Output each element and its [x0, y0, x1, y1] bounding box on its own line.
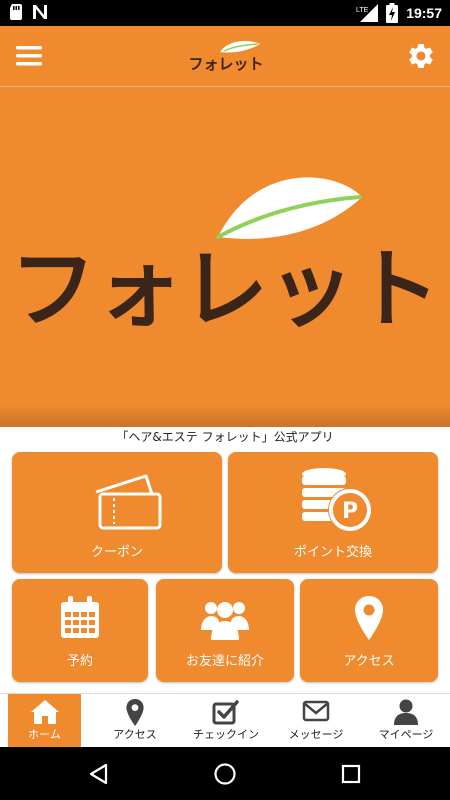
user-icon: [394, 699, 418, 725]
bottom-nav: ホーム アクセス チェックイン メッセージ マイページ: [0, 693, 450, 748]
tile-label: ポイント交換: [293, 545, 372, 560]
map-pin-icon: [126, 699, 144, 726]
nav-label: メッセージ: [288, 728, 344, 741]
gear-icon: [409, 43, 433, 68]
status-bar: LTE 19:57: [0, 0, 450, 26]
status-left-icons: [10, 4, 48, 20]
sd-card-icon: [10, 4, 22, 20]
nav-access[interactable]: アクセス: [97, 694, 173, 748]
hero-logo: フォレット: [10, 177, 440, 340]
hero-banner: フォレット: [0, 87, 450, 427]
map-pin-icon: [355, 596, 383, 640]
checkbox-icon: [212, 700, 239, 725]
svg-text:LTE: LTE: [356, 7, 369, 14]
app-bar-logo: フォレット: [180, 38, 272, 73]
refer-friend-tile[interactable]: お友達に紹介: [156, 579, 294, 682]
home-icon: [30, 700, 59, 724]
recents-icon: [341, 764, 361, 784]
point-exchange-tile[interactable]: P ポイント交換: [228, 452, 438, 573]
settings-button[interactable]: [406, 41, 436, 71]
nav-message[interactable]: メッセージ: [278, 694, 354, 748]
envelope-icon: [302, 700, 330, 722]
menu-icon: [16, 46, 42, 66]
status-time: 19:57: [406, 5, 442, 21]
coupon-tile[interactable]: クーポン: [12, 452, 222, 573]
nav-home[interactable]: ホーム: [8, 694, 81, 748]
home-circle-icon: [214, 763, 236, 785]
tile-label: クーポン: [90, 545, 143, 560]
leaf-icon: [216, 177, 362, 239]
system-nav-bar: [0, 747, 450, 800]
hero-shadow: [0, 405, 450, 427]
nav-label: チェックイン: [193, 728, 259, 741]
coin-point-icon: P: [302, 468, 372, 532]
coupon-ticket-icon: [95, 474, 162, 530]
menu-button[interactable]: [14, 42, 44, 70]
system-home-button[interactable]: [212, 761, 238, 787]
app-caption: 「ヘア&エステ フォレット」公式アプリ: [116, 430, 334, 444]
battery-charging-icon: [386, 3, 399, 23]
system-back-button[interactable]: [86, 761, 112, 787]
nav-label: ホーム: [28, 728, 61, 741]
tile-label: 予約: [66, 654, 93, 669]
status-right-icons: LTE 19:57: [356, 3, 442, 23]
nav-mypage[interactable]: マイページ: [366, 694, 446, 748]
svg-text:P: P: [342, 499, 358, 524]
lte-signal-icon: LTE: [356, 4, 379, 22]
system-recents-button[interactable]: [338, 761, 364, 787]
svg-text:フォレット: フォレット: [188, 55, 263, 72]
hero-logo-text: フォレット: [10, 240, 440, 340]
app-bar: フォレット: [0, 26, 450, 87]
nav-checkin[interactable]: チェックイン: [186, 694, 266, 748]
calendar-icon: [61, 596, 99, 638]
nav-label: マイページ: [378, 728, 434, 741]
people-group-icon: [201, 602, 249, 640]
nav-label: アクセス: [113, 728, 157, 741]
back-icon: [89, 763, 108, 785]
tile-label: お友達に紹介: [185, 654, 264, 669]
reservation-tile[interactable]: 予約: [12, 579, 148, 682]
n-notification-icon: [33, 5, 47, 19]
tile-label: アクセス: [343, 654, 395, 669]
access-tile[interactable]: アクセス: [300, 579, 438, 682]
